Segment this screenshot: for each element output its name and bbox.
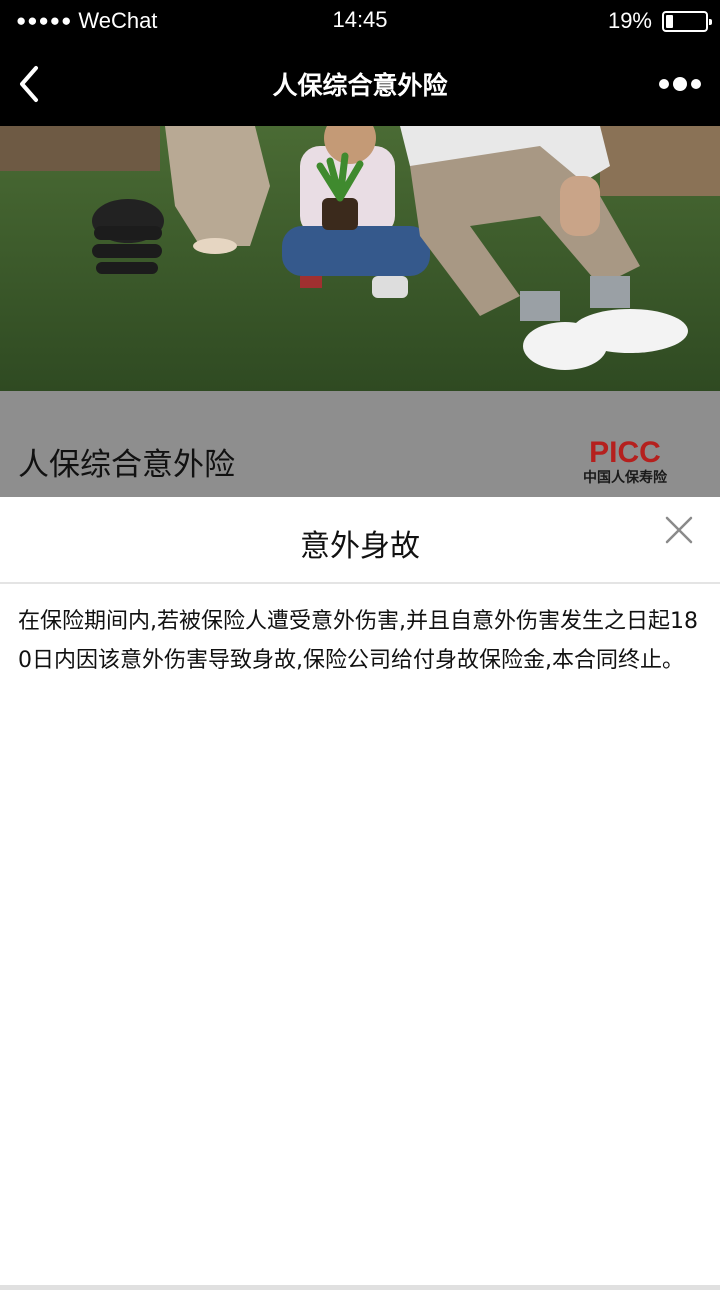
family-photo-illustration	[0, 126, 720, 391]
product-title: 人保综合意外险	[18, 447, 235, 483]
close-button[interactable]	[664, 515, 694, 545]
sheet-title: 意外身故	[300, 529, 420, 564]
nav-bar: 人保综合意外险	[0, 42, 720, 126]
close-icon	[665, 516, 693, 544]
sheet-body-text: 在保险期间内,若被保险人遭受意外伤害,并且自意外伤害发生之日起180日内因该意外…	[18, 609, 698, 673]
more-dots-icon	[659, 77, 701, 91]
coverage-detail-sheet: 意外身故 在保险期间内,若被保险人遭受意外伤害,并且自意外伤害发生之日起180日…	[0, 497, 720, 1285]
nav-title: 人保综合意外险	[272, 71, 448, 100]
battery-tip	[709, 18, 712, 25]
picc-logo: PICC 中国人保寿险	[566, 434, 684, 488]
hero-photo	[0, 126, 720, 391]
battery-icon	[662, 10, 712, 32]
battery-percent: 19%	[607, 8, 652, 33]
status-right: 19%	[607, 8, 712, 34]
sheet-header: 意外身故	[0, 497, 720, 584]
bottom-divider	[0, 1285, 720, 1290]
more-button[interactable]	[658, 72, 702, 96]
picc-logo-text: PICC	[589, 436, 661, 469]
battery-fill	[666, 14, 673, 28]
status-bar: ●●●●● WeChat 14:45 19%	[0, 0, 720, 42]
picc-logo-subtext: 中国人保寿险	[583, 469, 668, 486]
picc-logo-graphic: PICC 中国人保寿险	[583, 436, 668, 486]
